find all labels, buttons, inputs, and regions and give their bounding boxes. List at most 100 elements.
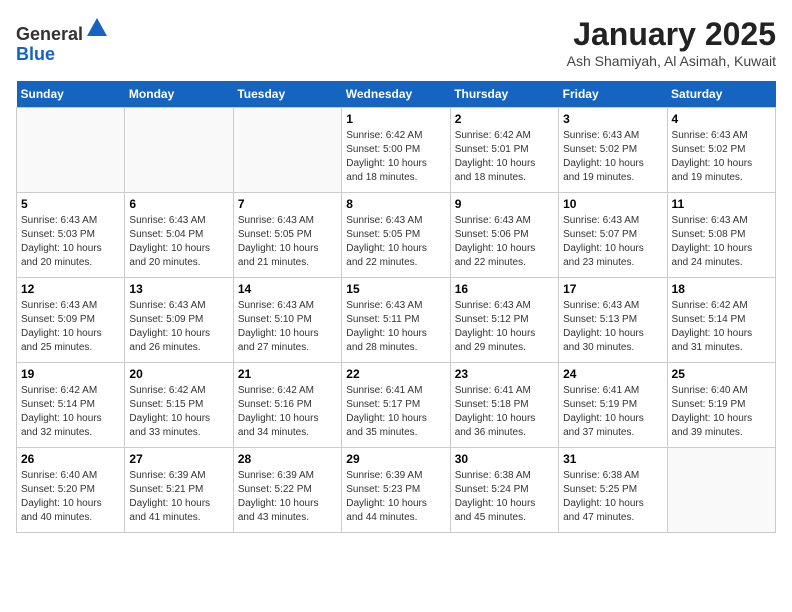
day-info: Sunrise: 6:43 AM Sunset: 5:06 PM Dayligh…	[455, 214, 554, 270]
day-number: 30	[455, 452, 554, 466]
calendar-cell: 4Sunrise: 6:43 AM Sunset: 5:02 PM Daylig…	[667, 108, 775, 193]
day-info: Sunrise: 6:40 AM Sunset: 5:19 PM Dayligh…	[672, 384, 771, 440]
logo-blue: Blue	[16, 44, 55, 64]
day-info: Sunrise: 6:43 AM Sunset: 5:07 PM Dayligh…	[563, 214, 662, 270]
week-row-2: 5Sunrise: 6:43 AM Sunset: 5:03 PM Daylig…	[17, 193, 776, 278]
day-number: 4	[672, 112, 771, 126]
calendar-cell: 9 Sunrise: 6:43 AM Sunset: 5:06 PM Daylig…	[450, 193, 558, 278]
day-number: 29	[346, 452, 445, 466]
day-info: Sunrise: 6:40 AM Sunset: 5:20 PM Dayligh…	[21, 469, 120, 525]
calendar-cell: 3 Sunrise: 6:43 AM Sunset: 5:02 PM Daylig…	[559, 108, 667, 193]
day-number: 8	[346, 197, 445, 211]
page-header: General Blue January 2025 Ash Shamiyah, …	[16, 16, 776, 69]
day-info: Sunrise: 6:39 AM Sunset: 5:22 PM Dayligh…	[238, 469, 337, 525]
calendar-cell: 28 Sunrise: 6:39 AM Sunset: 5:22 PM Dayli…	[233, 448, 341, 533]
day-info: Sunrise: 6:42 AM Sunset: 5:00 PM Dayligh…	[346, 129, 445, 185]
day-info: Sunrise: 6:39 AM Sunset: 5:21 PM Dayligh…	[129, 469, 228, 525]
calendar-cell: 6Sunrise: 6:43 AM Sunset: 5:04 PM Daylig…	[125, 193, 233, 278]
calendar-cell: 30 Sunrise: 6:38 AM Sunset: 5:24 PM Dayli…	[450, 448, 558, 533]
calendar-cell: 16 Sunrise: 6:43 AM Sunset: 5:12 PM Dayli…	[450, 278, 558, 363]
day-info: Sunrise: 6:43 AM Sunset: 5:10 PM Dayligh…	[238, 299, 337, 355]
day-number: 16	[455, 282, 554, 296]
weekday-header-saturday: Saturday	[667, 81, 775, 108]
calendar-cell	[125, 108, 233, 193]
weekday-header-wednesday: Wednesday	[342, 81, 450, 108]
week-row-4: 19 Sunrise: 6:42 AM Sunset: 5:14 PM Dayli…	[17, 363, 776, 448]
day-info: Sunrise: 6:43 AM Sunset: 5:08 PM Dayligh…	[672, 214, 771, 270]
day-info: Sunrise: 6:42 AM Sunset: 5:16 PM Dayligh…	[238, 384, 337, 440]
calendar-cell: 20Sunrise: 6:42 AM Sunset: 5:15 PM Dayli…	[125, 363, 233, 448]
day-info: Sunrise: 6:43 AM Sunset: 5:11 PM Dayligh…	[346, 299, 445, 355]
calendar-cell: 13 Sunrise: 6:43 AM Sunset: 5:09 PM Dayli…	[125, 278, 233, 363]
week-row-3: 12Sunrise: 6:43 AM Sunset: 5:09 PM Dayli…	[17, 278, 776, 363]
day-number: 20	[129, 367, 228, 381]
weekday-header-row: SundayMondayTuesdayWednesdayThursdayFrid…	[17, 81, 776, 108]
day-info: Sunrise: 6:43 AM Sunset: 5:13 PM Dayligh…	[563, 299, 662, 355]
day-info: Sunrise: 6:39 AM Sunset: 5:23 PM Dayligh…	[346, 469, 445, 525]
calendar-cell: 15Sunrise: 6:43 AM Sunset: 5:11 PM Dayli…	[342, 278, 450, 363]
day-info: Sunrise: 6:43 AM Sunset: 5:03 PM Dayligh…	[21, 214, 120, 270]
day-number: 11	[672, 197, 771, 211]
day-info: Sunrise: 6:43 AM Sunset: 5:05 PM Dayligh…	[346, 214, 445, 270]
week-row-5: 26Sunrise: 6:40 AM Sunset: 5:20 PM Dayli…	[17, 448, 776, 533]
day-number: 13	[129, 282, 228, 296]
logo: General Blue	[16, 16, 109, 65]
calendar-cell	[667, 448, 775, 533]
day-number: 31	[563, 452, 662, 466]
day-info: Sunrise: 6:43 AM Sunset: 5:09 PM Dayligh…	[21, 299, 120, 355]
calendar-cell: 5Sunrise: 6:43 AM Sunset: 5:03 PM Daylig…	[17, 193, 125, 278]
weekday-header-monday: Monday	[125, 81, 233, 108]
day-info: Sunrise: 6:41 AM Sunset: 5:17 PM Dayligh…	[346, 384, 445, 440]
day-info: Sunrise: 6:43 AM Sunset: 5:04 PM Dayligh…	[129, 214, 228, 270]
week-row-1: 1 Sunrise: 6:42 AM Sunset: 5:00 PM Daylig…	[17, 108, 776, 193]
day-number: 1	[346, 112, 445, 126]
calendar-cell	[17, 108, 125, 193]
day-number: 25	[672, 367, 771, 381]
calendar-cell: 25 Sunrise: 6:40 AM Sunset: 5:19 PM Dayli…	[667, 363, 775, 448]
day-info: Sunrise: 6:43 AM Sunset: 5:05 PM Dayligh…	[238, 214, 337, 270]
calendar-cell: 17 Sunrise: 6:43 AM Sunset: 5:13 PM Dayli…	[559, 278, 667, 363]
weekday-header-thursday: Thursday	[450, 81, 558, 108]
weekday-header-friday: Friday	[559, 81, 667, 108]
calendar-cell: 27 Sunrise: 6:39 AM Sunset: 5:21 PM Dayli…	[125, 448, 233, 533]
weekday-header-tuesday: Tuesday	[233, 81, 341, 108]
calendar-cell: 18Sunrise: 6:42 AM Sunset: 5:14 PM Dayli…	[667, 278, 775, 363]
calendar-cell: 12Sunrise: 6:43 AM Sunset: 5:09 PM Dayli…	[17, 278, 125, 363]
day-number: 17	[563, 282, 662, 296]
day-number: 27	[129, 452, 228, 466]
day-info: Sunrise: 6:42 AM Sunset: 5:14 PM Dayligh…	[672, 299, 771, 355]
day-info: Sunrise: 6:43 AM Sunset: 5:09 PM Dayligh…	[129, 299, 228, 355]
day-number: 3	[563, 112, 662, 126]
calendar-cell: 29 Sunrise: 6:39 AM Sunset: 5:23 PM Dayli…	[342, 448, 450, 533]
day-number: 14	[238, 282, 337, 296]
calendar-cell: 2 Sunrise: 6:42 AM Sunset: 5:01 PM Daylig…	[450, 108, 558, 193]
calendar-cell: 21 Sunrise: 6:42 AM Sunset: 5:16 PM Dayli…	[233, 363, 341, 448]
calendar-cell: 8 Sunrise: 6:43 AM Sunset: 5:05 PM Daylig…	[342, 193, 450, 278]
calendar-cell: 7 Sunrise: 6:43 AM Sunset: 5:05 PM Daylig…	[233, 193, 341, 278]
calendar-cell: 24Sunrise: 6:41 AM Sunset: 5:19 PM Dayli…	[559, 363, 667, 448]
day-number: 19	[21, 367, 120, 381]
day-number: 2	[455, 112, 554, 126]
calendar-cell: 14 Sunrise: 6:43 AM Sunset: 5:10 PM Dayli…	[233, 278, 341, 363]
calendar-subtitle: Ash Shamiyah, Al Asimah, Kuwait	[567, 53, 776, 69]
day-number: 24	[563, 367, 662, 381]
day-info: Sunrise: 6:42 AM Sunset: 5:01 PM Dayligh…	[455, 129, 554, 185]
day-number: 21	[238, 367, 337, 381]
day-number: 9	[455, 197, 554, 211]
day-number: 10	[563, 197, 662, 211]
day-info: Sunrise: 6:38 AM Sunset: 5:25 PM Dayligh…	[563, 469, 662, 525]
day-number: 22	[346, 367, 445, 381]
day-number: 7	[238, 197, 337, 211]
day-number: 28	[238, 452, 337, 466]
calendar-cell: 26Sunrise: 6:40 AM Sunset: 5:20 PM Dayli…	[17, 448, 125, 533]
day-info: Sunrise: 6:43 AM Sunset: 5:02 PM Dayligh…	[563, 129, 662, 185]
day-info: Sunrise: 6:42 AM Sunset: 5:14 PM Dayligh…	[21, 384, 120, 440]
calendar-table: SundayMondayTuesdayWednesdayThursdayFrid…	[16, 81, 776, 533]
calendar-cell: 10 Sunrise: 6:43 AM Sunset: 5:07 PM Dayli…	[559, 193, 667, 278]
day-info: Sunrise: 6:38 AM Sunset: 5:24 PM Dayligh…	[455, 469, 554, 525]
calendar-cell	[233, 108, 341, 193]
day-info: Sunrise: 6:43 AM Sunset: 5:12 PM Dayligh…	[455, 299, 554, 355]
calendar-cell: 22 Sunrise: 6:41 AM Sunset: 5:17 PM Dayli…	[342, 363, 450, 448]
day-info: Sunrise: 6:41 AM Sunset: 5:18 PM Dayligh…	[455, 384, 554, 440]
title-block: January 2025 Ash Shamiyah, Al Asimah, Ku…	[567, 16, 776, 69]
